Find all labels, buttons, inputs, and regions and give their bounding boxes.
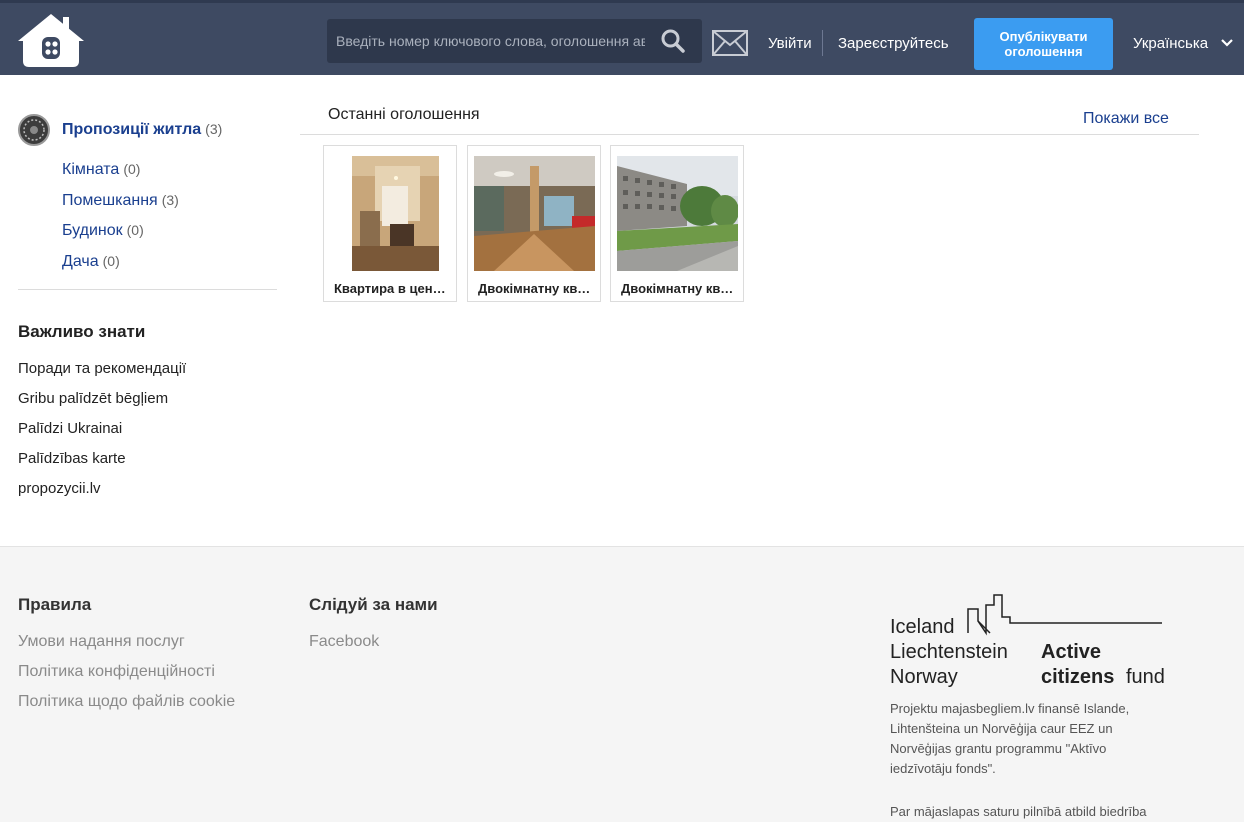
publish-label-line2: оголошення	[1004, 44, 1083, 59]
important-info-title: Важливо знати	[18, 322, 146, 341]
info-link-tips[interactable]: Поради та рекомендації	[18, 360, 186, 377]
eea-fund-citizens: citizens	[1041, 666, 1114, 688]
subcategory-label: Кімната	[62, 161, 120, 178]
search-bar	[327, 19, 702, 63]
eea-country-iceland: Iceland	[890, 616, 955, 638]
house-logo-icon[interactable]	[16, 11, 86, 71]
eea-country-norway: Norway	[890, 666, 958, 688]
top-navbar: Увійти Зареєструйтесь Опублікувати оголо…	[0, 0, 1244, 75]
subcategory-count: (0)	[126, 222, 144, 238]
listing-photo	[330, 156, 451, 271]
footer-link-facebook[interactable]: Facebook	[309, 633, 379, 651]
footer: Правила Умови надання послуг Політика ко…	[0, 546, 1244, 822]
category-count: (3)	[205, 121, 223, 137]
eea-country-liechtenstein: Liechtenstein	[890, 641, 1008, 663]
show-all-link[interactable]: Покажи все	[1083, 110, 1169, 128]
listing-title: Двокімнатну квартиру	[621, 281, 737, 296]
footer-link-privacy[interactable]: Політика конфіденційності	[18, 663, 215, 681]
register-link[interactable]: Зареєструйтесь	[838, 35, 949, 52]
listing-card[interactable]: Двокімнатну квартиру	[610, 145, 744, 302]
footer-link-terms[interactable]: Умови надання послуг	[18, 633, 185, 651]
eea-fund-rest: fund	[1126, 666, 1165, 688]
listing-card[interactable]: Двокімнатну квартиру	[467, 145, 601, 302]
subcategory-label: Дача	[62, 253, 99, 270]
subcategory-count: (3)	[161, 192, 179, 208]
info-link-propozycii[interactable]: propozycii.lv	[18, 480, 101, 497]
latest-ads-title: Останні оголошення	[328, 106, 480, 123]
subcategory-count: (0)	[102, 253, 120, 269]
subcategory-label: Будинок	[62, 222, 123, 239]
listing-title: Квартира в центрі	[334, 281, 450, 296]
subcategory-apartment[interactable]: Помешкання (3)	[62, 192, 179, 210]
info-link-help-map[interactable]: Palīdzības karte	[18, 450, 126, 467]
subcategory-label: Помешкання	[62, 192, 158, 209]
subcategory-room[interactable]: Кімната (0)	[62, 161, 140, 179]
publish-ad-button[interactable]: Опублікувати оголошення	[974, 18, 1113, 70]
header-separator	[822, 30, 823, 56]
search-icon[interactable]	[659, 27, 687, 55]
mail-icon[interactable]	[712, 30, 748, 56]
listing-photo	[617, 156, 738, 271]
search-input[interactable]	[327, 19, 645, 63]
listing-card[interactable]: Квартира в центрі	[323, 145, 457, 302]
main-divider	[300, 134, 1199, 135]
subcategory-count: (0)	[123, 161, 141, 177]
eea-fund-active: Active	[1041, 641, 1101, 663]
language-selector[interactable]: Українська	[1133, 35, 1208, 52]
publish-label-line1: Опублікувати	[999, 29, 1088, 44]
info-link-help-refugees[interactable]: Gribu palīdzēt bēgļiem	[18, 390, 168, 407]
category-housing-icon	[18, 114, 50, 146]
category-housing-offers[interactable]: Пропозиції житла (3)	[62, 121, 222, 139]
info-link-help-ukraine[interactable]: Palīdzi Ukrainai	[18, 420, 122, 437]
listing-photo	[474, 156, 595, 271]
responsibility-text: Par mājaslapas saturu pilnībā atbild bie…	[890, 804, 1147, 819]
listing-title: Двокімнатну квартиру	[478, 281, 594, 296]
login-link[interactable]: Увійти	[768, 35, 812, 52]
funding-text: Projektu majasbegliem.lv finansē Islande…	[890, 701, 1130, 776]
subcategory-house[interactable]: Будинок (0)	[62, 222, 144, 240]
footer-rules-title: Правила	[18, 595, 92, 614]
sidebar-divider	[18, 289, 277, 290]
category-label: Пропозиції житла	[62, 121, 202, 138]
chevron-down-icon[interactable]	[1221, 39, 1233, 47]
footer-follow-title: Слідуй за нами	[309, 595, 438, 614]
subcategory-dacha[interactable]: Дача (0)	[62, 253, 120, 271]
footer-link-cookies[interactable]: Політика щодо файлів cookie	[18, 693, 235, 711]
active-citizens-fund-logo: Iceland Liechtenstein Norway Active citi…	[890, 594, 1165, 688]
